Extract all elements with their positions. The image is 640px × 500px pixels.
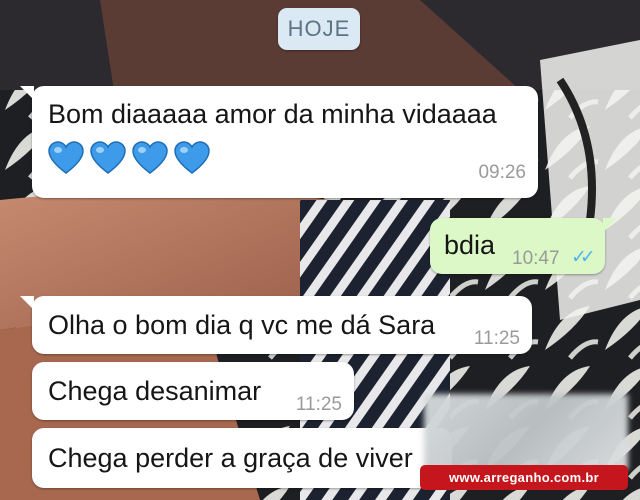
double-check-read-icon: ✓✓ bbox=[571, 247, 596, 268]
bubble-tail bbox=[20, 86, 34, 100]
message-bubble-outgoing[interactable]: bdia 10:47 ✓✓ bbox=[430, 218, 617, 274]
message-text: Chega perder a graça de viver bbox=[48, 443, 413, 473]
emoji-row bbox=[48, 141, 210, 175]
message-text: Chega desanimar bbox=[48, 376, 262, 406]
message-text: Olha o bom dia q vc me dá Sara bbox=[48, 310, 436, 340]
message-bubble-incoming[interactable]: Olha o bom dia q vc me dá Sara 11:25 bbox=[20, 296, 532, 354]
blue-heart-icon bbox=[90, 141, 126, 174]
message-bubble-incoming[interactable]: Chega perder a graça de viver bbox=[32, 428, 452, 488]
message-time: 11:25 bbox=[473, 328, 520, 349]
site-watermark: www.arreganho.com.br bbox=[420, 465, 628, 490]
blue-heart-icon bbox=[174, 141, 210, 174]
message-text: Bom diaaaaa amor da minha vidaaaa bbox=[48, 99, 497, 129]
message-bubble-incoming[interactable]: Chega desanimar 11:25 bbox=[32, 362, 354, 420]
blue-heart-icon bbox=[132, 141, 168, 174]
message-time: 09:26 bbox=[478, 162, 526, 183]
blue-heart-icon bbox=[48, 141, 84, 174]
message-time: 11:25 bbox=[295, 394, 342, 415]
message-time: 10:47 bbox=[512, 248, 560, 269]
date-chip: HOJE bbox=[278, 8, 360, 50]
message-bubble-incoming[interactable]: Bom diaaaaa amor da minha vidaaaa 09:26 bbox=[20, 86, 538, 198]
message-text: bdia bbox=[444, 230, 496, 260]
bubble-tail bbox=[20, 296, 34, 310]
bubble-tail bbox=[603, 218, 617, 232]
blur-overlay bbox=[424, 394, 628, 470]
